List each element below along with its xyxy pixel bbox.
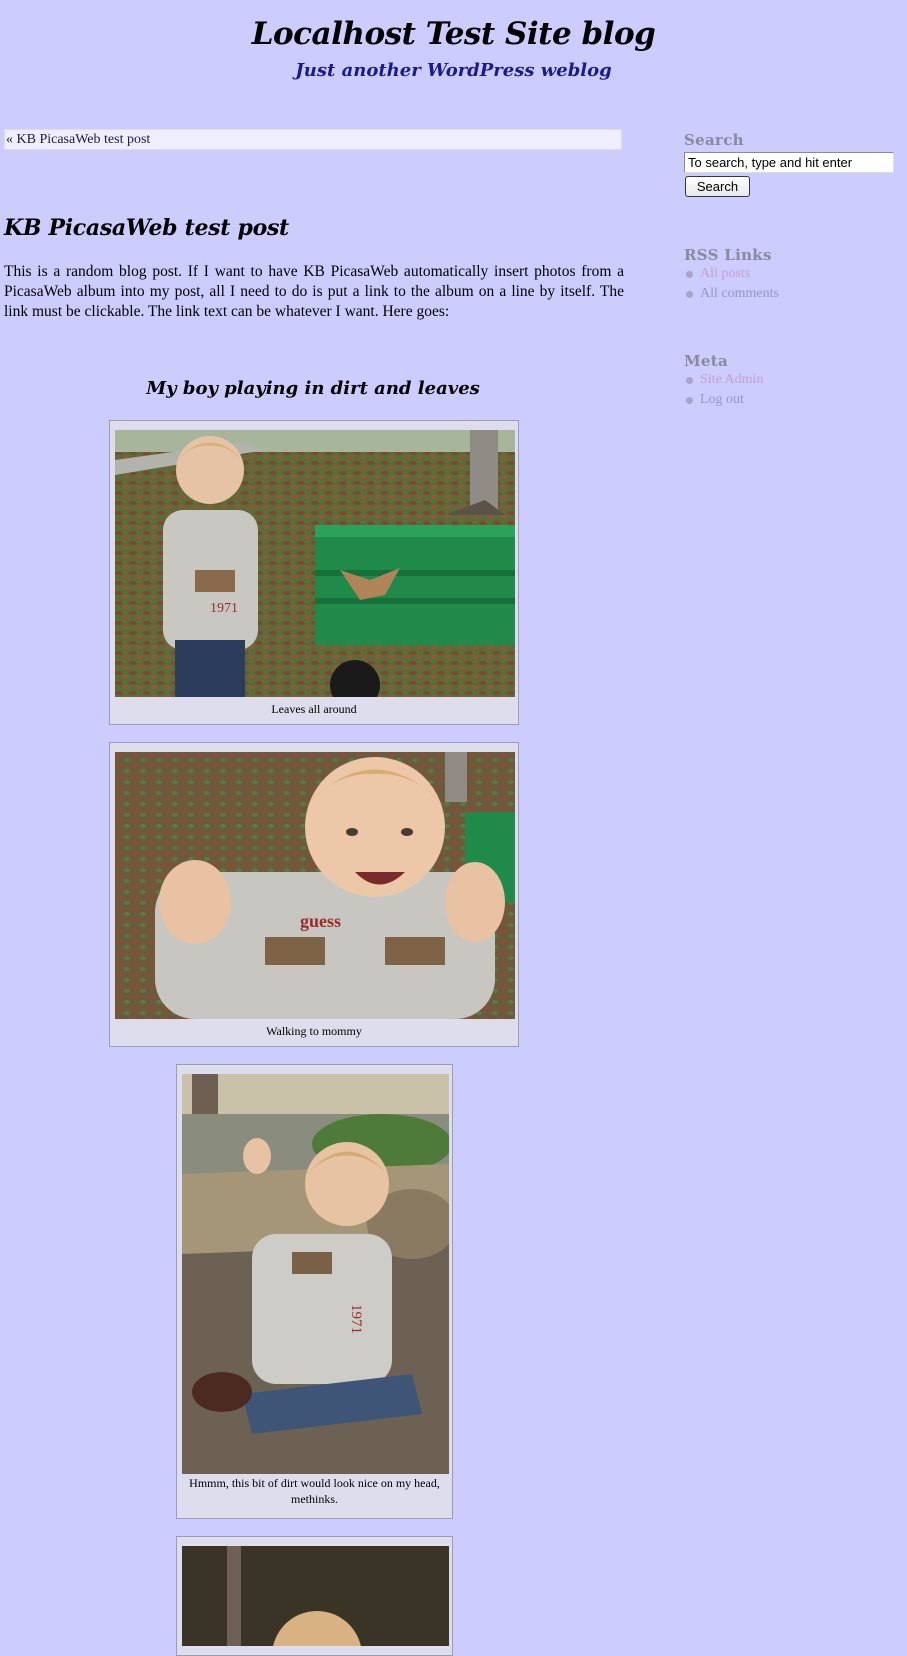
photo-thumbnail[interactable]: 1971: [182, 1074, 449, 1474]
all-posts-link[interactable]: All posts: [700, 266, 750, 281]
svg-text:1971: 1971: [348, 1304, 364, 1334]
photo-caption: Hmmm, this bit of dirt would look nice o…: [189, 1476, 440, 1506]
album-title: My boy playing in dirt and leaves: [146, 378, 480, 399]
list-item: All comments: [684, 284, 779, 304]
rss-links-list: All posts All comments: [684, 264, 779, 304]
photo-card: guess Walking to mommy: [109, 742, 519, 1047]
post-body: This is a random blog post. If I want to…: [4, 263, 624, 320]
photo-caption: Leaves all around: [271, 702, 357, 716]
meta-heading: Meta: [684, 352, 728, 370]
meta-links-list: Site Admin Log out: [684, 370, 763, 410]
rss-links-heading: RSS Links: [684, 246, 772, 264]
list-item: Log out: [684, 390, 763, 410]
site-tagline: Just another WordPress weblog: [295, 60, 612, 81]
search-button[interactable]: Search: [685, 176, 750, 197]
bullet-icon: [686, 397, 693, 404]
svg-text:guess: guess: [300, 911, 341, 931]
list-item: Site Admin: [684, 370, 763, 390]
photo-card: 1971 Hmmm, this bit of dirt would look n…: [176, 1064, 453, 1519]
site-admin-link[interactable]: Site Admin: [700, 372, 763, 387]
photo-card: [176, 1536, 453, 1656]
photo-card: 1971 Leaves all around: [109, 420, 519, 725]
search-input[interactable]: [684, 152, 894, 173]
photo-thumbnail[interactable]: [182, 1546, 449, 1646]
previous-post-link[interactable]: « KB PicasaWeb test post: [4, 129, 622, 150]
search-heading: Search: [684, 131, 744, 149]
all-comments-link[interactable]: All comments: [700, 286, 779, 301]
post-title[interactable]: KB PicasaWeb test post: [4, 215, 289, 241]
svg-text:1971: 1971: [210, 601, 238, 616]
bullet-icon: [686, 291, 693, 298]
bullet-icon: [686, 377, 693, 384]
photo-thumbnail[interactable]: 1971: [115, 430, 515, 697]
bullet-icon: [686, 271, 693, 278]
photo-thumbnail[interactable]: guess: [115, 752, 515, 1019]
list-item: All posts: [684, 264, 779, 284]
site-title[interactable]: Localhost Test Site blog: [0, 16, 907, 52]
log-out-link[interactable]: Log out: [700, 392, 744, 407]
photo-caption: Walking to mommy: [266, 1024, 362, 1038]
